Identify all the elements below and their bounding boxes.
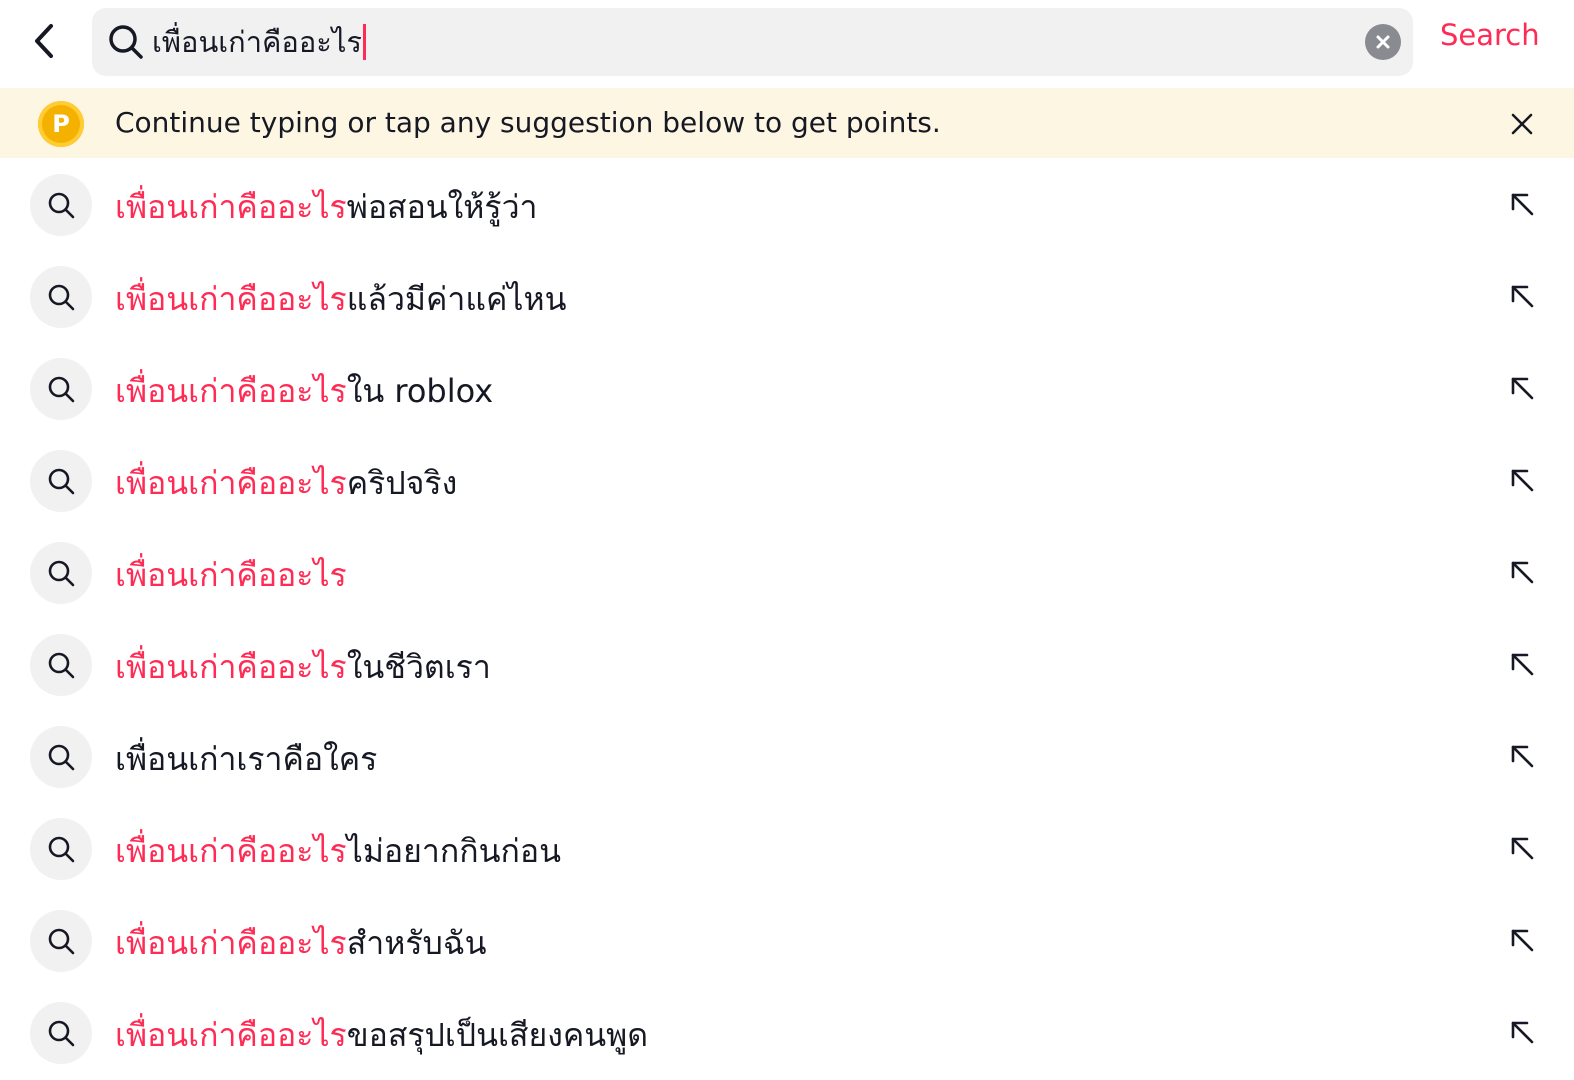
arrow-up-left-icon <box>1511 561 1534 584</box>
search-icon <box>48 652 75 679</box>
arrow-up-left-icon <box>1511 193 1534 216</box>
search-icon <box>48 560 75 587</box>
suggestion-item[interactable]: เพื่อนเก่าคืออะไรคริปจริง <box>0 434 1574 526</box>
points-banner: P Continue typing or tap any suggestion … <box>0 88 1574 158</box>
fill-suggestion-button[interactable] <box>1500 274 1544 318</box>
fill-suggestion-button[interactable] <box>1500 1010 1544 1054</box>
fill-suggestion-button[interactable] <box>1500 182 1544 226</box>
suggestion-highlight: เพื่อนเก่าคืออะไร <box>115 188 347 226</box>
suggestion-text: เพื่อนเก่าคืออะไร <box>115 550 347 601</box>
suggestion-rest: แล้วมีค่าแค่ไหน <box>346 280 567 318</box>
suggestion-search-icon-wrap <box>30 726 92 788</box>
search-icon <box>48 376 75 403</box>
fill-suggestion-button[interactable] <box>1500 458 1544 502</box>
suggestion-text: เพื่อนเก่าคืออะไรสำหรับฉัน <box>115 918 486 969</box>
suggestion-search-icon-wrap <box>30 818 92 880</box>
suggestion-highlight: เพื่อนเก่าคืออะไร <box>115 832 347 870</box>
suggestion-rest: ในชีวิตเรา <box>346 648 491 686</box>
search-icon <box>48 284 75 311</box>
suggestion-item[interactable]: เพื่อนเก่าคืออะไรในชีวิตเรา <box>0 618 1574 710</box>
suggestion-rest: ไม่อยากกินก่อน <box>346 832 561 870</box>
points-coin-icon: P <box>38 101 84 147</box>
search-icon <box>48 928 75 955</box>
suggestion-text: เพื่อนเก่าคืออะไรขอสรุปเป็นเสียงคนพูด <box>115 1010 648 1061</box>
coin-label: P <box>52 110 70 138</box>
arrow-up-left-icon <box>1511 1021 1534 1044</box>
search-query-value: เพื่อนเก่าคืออะไร <box>152 25 362 59</box>
suggestion-text: เพื่อนเก่าคืออะไรแล้วมีค่าแค่ไหน <box>115 274 566 325</box>
suggestion-rest: พ่อสอนให้รู้ว่า <box>346 188 538 226</box>
arrow-up-left-icon <box>1511 469 1534 492</box>
clear-circle-icon <box>1376 35 1390 49</box>
suggestion-item[interactable]: เพื่อนเก่าคืออะไรไม่อยากกินก่อน <box>0 802 1574 894</box>
suggestion-search-icon-wrap <box>30 1002 92 1064</box>
clear-search-button[interactable] <box>1365 24 1401 60</box>
search-icon <box>48 192 75 219</box>
suggestion-highlight: เพื่อนเก่าคืออะไร <box>115 556 347 594</box>
fill-suggestion-button[interactable] <box>1500 734 1544 778</box>
fill-suggestion-button[interactable] <box>1500 642 1544 686</box>
suggestion-text: เพื่อนเก่าคืออะไรไม่อยากกินก่อน <box>115 826 561 877</box>
arrow-up-left-icon <box>1511 745 1534 768</box>
search-input[interactable]: เพื่อนเก่าคืออะไร <box>92 8 1413 76</box>
suggestion-highlight: เพื่อนเก่าคืออะไร <box>115 648 347 686</box>
suggestion-text: เพื่อนเก่าคืออะไรในชีวิตเรา <box>115 642 491 693</box>
suggestion-highlight: เพื่อนเก่าคืออะไร <box>115 1016 347 1054</box>
suggestion-highlight: เพื่อนเก่าคืออะไร <box>115 280 347 318</box>
back-button[interactable] <box>22 17 66 65</box>
suggestion-text: เพื่อนเก่าคืออะไรพ่อสอนให้รู้ว่า <box>115 182 538 233</box>
search-icon <box>109 25 143 59</box>
suggestion-item[interactable]: เพื่อนเก่าคืออะไร <box>0 526 1574 618</box>
suggestion-search-icon-wrap <box>30 358 92 420</box>
suggestion-search-icon-wrap <box>30 634 92 696</box>
suggestion-highlight: เพื่อนเก่าคืออะไร <box>115 924 347 962</box>
suggestion-text: เพื่อนเก่าคืออะไรคริปจริง <box>115 458 457 509</box>
suggestion-item[interactable]: เพื่อนเก่าคืออะไรใน roblox <box>0 342 1574 434</box>
fill-suggestion-button[interactable] <box>1500 918 1544 962</box>
suggestion-search-icon-wrap <box>30 266 92 328</box>
banner-close-button[interactable] <box>1500 102 1544 146</box>
suggestion-search-icon-wrap <box>30 174 92 236</box>
suggestion-rest: ใน roblox <box>346 372 494 410</box>
suggestion-search-icon-wrap <box>30 910 92 972</box>
suggestion-list: เพื่อนเก่าคืออะไรพ่อสอนให้รู้ว่า เพื่อนเ… <box>0 158 1574 1078</box>
suggestion-rest: สำหรับฉัน <box>346 924 487 962</box>
suggestion-rest: คริปจริง <box>346 464 458 502</box>
suggestion-rest: ขอสรุปเป็นเสียงคนพูด <box>346 1016 648 1054</box>
search-submit-button[interactable]: Search <box>1440 18 1540 52</box>
arrow-up-left-icon <box>1511 653 1534 676</box>
search-query-text: เพื่อนเก่าคืออะไร <box>152 8 366 76</box>
fill-suggestion-button[interactable] <box>1500 366 1544 410</box>
suggestion-highlight: เพื่อนเก่าคืออะไร <box>115 372 347 410</box>
text-caret <box>363 24 366 60</box>
suggestion-highlight: เพื่อนเก่าคืออะไร <box>115 464 347 502</box>
search-icon <box>48 1020 75 1047</box>
suggestion-text: เพื่อนเก่าคืออะไรใน roblox <box>115 366 493 417</box>
arrow-up-left-icon <box>1511 837 1534 860</box>
suggestion-text: เพื่อนเก่าเราคือใคร <box>115 734 377 785</box>
suggestion-rest: เพื่อนเก่าเราคือใคร <box>115 740 378 778</box>
arrow-up-left-icon <box>1511 285 1534 308</box>
suggestion-item[interactable]: เพื่อนเก่าเราคือใคร <box>0 710 1574 802</box>
top-bar: เพื่อนเก่าคืออะไร Search <box>0 0 1574 88</box>
search-icon <box>48 836 75 863</box>
suggestion-search-icon-wrap <box>30 450 92 512</box>
chevron-left-icon <box>35 24 53 58</box>
search-icon <box>48 468 75 495</box>
arrow-up-left-icon <box>1511 377 1534 400</box>
suggestion-item[interactable]: เพื่อนเก่าคืออะไรขอสรุปเป็นเสียงคนพูด <box>0 986 1574 1078</box>
suggestion-item[interactable]: เพื่อนเก่าคืออะไรแล้วมีค่าแค่ไหน <box>0 250 1574 342</box>
close-icon <box>1511 113 1533 135</box>
suggestion-item[interactable]: เพื่อนเก่าคืออะไรสำหรับฉัน <box>0 894 1574 986</box>
arrow-up-left-icon <box>1511 929 1534 952</box>
fill-suggestion-button[interactable] <box>1500 826 1544 870</box>
suggestion-search-icon-wrap <box>30 542 92 604</box>
search-icon <box>48 744 75 771</box>
suggestion-item[interactable]: เพื่อนเก่าคืออะไรพ่อสอนให้รู้ว่า <box>0 158 1574 250</box>
fill-suggestion-button[interactable] <box>1500 550 1544 594</box>
points-banner-text: Continue typing or tap any suggestion be… <box>115 106 941 139</box>
